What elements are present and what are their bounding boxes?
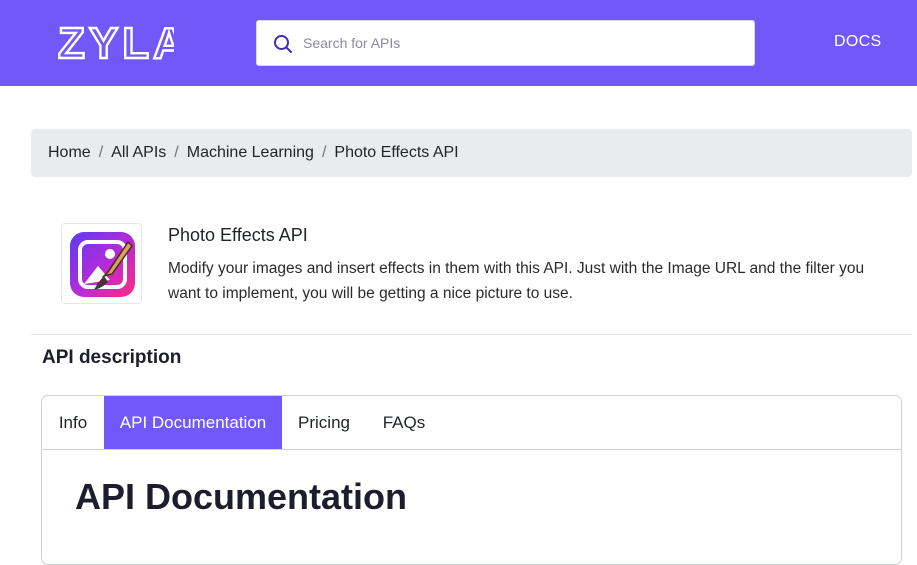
api-title: Photo Effects API [168,225,308,245]
api-tabs-card: Info API Documentation Pricing FAQs API … [41,395,902,565]
section-title: API description [42,347,182,368]
search-bar[interactable] [256,20,755,66]
api-icon-container [61,223,142,304]
breadcrumb-all-apis[interactable]: All APIs [111,144,166,162]
search-input[interactable] [303,21,743,65]
search-icon [274,35,292,53]
breadcrumb: Home / All APIs / Machine Learning / Pho… [31,129,912,177]
svg-text:ZYLA: ZYLA [58,19,174,68]
breadcrumb-separator: / [321,144,327,161]
zyla-logo[interactable]: ZYLA [58,16,174,68]
breadcrumb-current: Photo Effects API [334,144,459,161]
breadcrumb-machine-learning[interactable]: Machine Learning [187,144,314,162]
tab-api-documentation[interactable]: API Documentation [104,396,282,449]
tab-pricing[interactable]: Pricing [282,396,366,449]
breadcrumb-home[interactable]: Home [48,144,91,162]
divider [31,334,912,335]
api-description: Modify your images and insert effects in… [168,260,865,302]
docs-link[interactable]: DOCS [834,33,881,51]
doc-heading: API Documentation [75,476,408,517]
photo-effects-icon [70,232,135,297]
tab-bar: Info API Documentation Pricing FAQs [42,396,901,450]
breadcrumb-separator: / [98,144,104,161]
tab-faqs[interactable]: FAQs [366,396,442,449]
tab-info[interactable]: Info [42,396,104,449]
breadcrumb-separator: / [174,144,179,161]
top-navbar: ZYLA DOCS [0,0,917,86]
